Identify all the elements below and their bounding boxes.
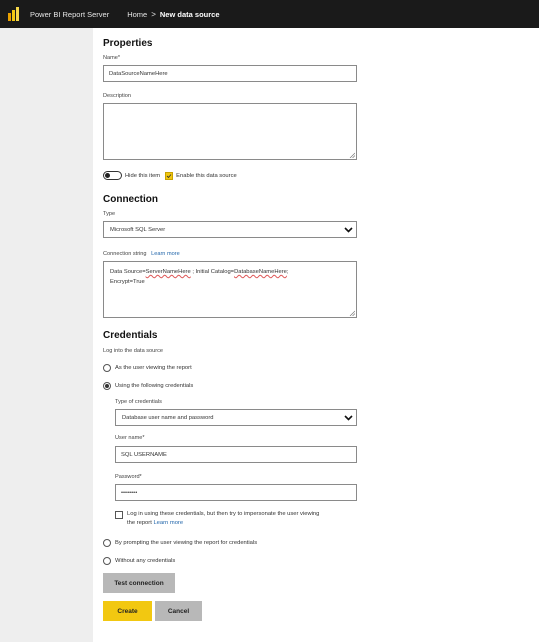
username-label: User name*	[115, 435, 145, 441]
using-following-label: Using the following credentials	[115, 383, 194, 389]
power-bi-logo-icon[interactable]	[0, 0, 28, 28]
connection-string-line-2: Encrypt=True	[110, 279, 145, 285]
name-label: Name*	[103, 55, 121, 61]
using-following-option[interactable]: Using the following credentials	[103, 382, 193, 390]
impersonate-text: Log in using these credentials, but then…	[127, 510, 319, 528]
connection-string-label-row: Connection string Learn more	[103, 251, 180, 257]
description-label: Description	[103, 93, 131, 99]
connection-type-select[interactable]: Microsoft SQL Server	[103, 221, 357, 238]
credential-type-value: Database user name and password	[122, 414, 214, 421]
password-value: ••••••••	[121, 489, 138, 496]
hide-item-row: Hide this item Enable this data source	[103, 171, 237, 180]
connection-string-textarea[interactable]: Data Source=ServerNameHere ; Initial Cat…	[103, 261, 357, 318]
test-connection-button[interactable]: Test connection	[103, 573, 175, 593]
name-input[interactable]: DataSourceNameHere	[103, 65, 357, 82]
connection-type-value: Microsoft SQL Server	[110, 226, 166, 233]
password-label: Password*	[115, 474, 142, 480]
password-input[interactable]: ••••••••	[115, 484, 357, 501]
connection-string-database: DatabaseNameHere	[234, 269, 287, 275]
breadcrumb-separator-icon: >	[151, 9, 156, 19]
checkmark-icon	[166, 173, 172, 178]
type-label: Type	[103, 211, 116, 217]
prompting-option[interactable]: By prompting the user viewing the report…	[103, 539, 257, 547]
description-textarea[interactable]	[103, 103, 357, 160]
chevron-down-icon	[340, 410, 356, 425]
hide-item-toggle[interactable]	[103, 171, 122, 180]
enable-data-source-label: Enable this data source	[176, 172, 237, 179]
chevron-down-icon	[340, 222, 356, 237]
connection-learn-more-link[interactable]: Learn more	[151, 251, 180, 257]
connection-string-part: ; Initial Catalog=	[190, 269, 235, 275]
as-user-radio[interactable]	[103, 364, 111, 372]
breadcrumb-home-link[interactable]: Home	[127, 10, 147, 19]
credential-type-select[interactable]: Database user name and password	[115, 409, 357, 426]
impersonate-checkbox[interactable]	[115, 511, 123, 519]
impersonate-label-line-2-row: the report Learn more	[127, 519, 319, 528]
credential-type-label: Type of credentials	[115, 399, 162, 405]
impersonate-label-line-2: the report	[127, 520, 152, 526]
prompting-radio[interactable]	[103, 539, 111, 547]
top-bar: Power BI Report Server Home > New data s…	[0, 0, 539, 28]
resize-grip-icon[interactable]	[349, 310, 355, 316]
without-credentials-option[interactable]: Without any credentials	[103, 557, 175, 565]
credentials-heading: Credentials	[103, 330, 158, 341]
without-credentials-radio[interactable]	[103, 557, 111, 565]
as-user-option[interactable]: As the user viewing the report	[103, 364, 192, 372]
cancel-button[interactable]: Cancel	[155, 601, 202, 621]
properties-heading: Properties	[103, 38, 153, 49]
breadcrumb-current: New data source	[159, 9, 220, 19]
name-input-value: DataSourceNameHere	[109, 70, 168, 77]
toggle-knob-icon	[105, 173, 110, 178]
hide-item-label: Hide this item	[125, 172, 161, 179]
connection-string-line-1: Data Source=ServerNameHere ; Initial Cat…	[110, 267, 350, 277]
using-following-radio[interactable]	[103, 382, 111, 390]
username-value: SQL USERNAME	[121, 451, 167, 458]
resize-grip-icon[interactable]	[349, 152, 355, 158]
radio-selected-dot-icon	[105, 384, 109, 388]
without-credentials-label: Without any credentials	[115, 558, 176, 564]
connection-string-label: Connection string	[103, 251, 147, 257]
impersonate-learn-more-link[interactable]: Learn more	[153, 520, 183, 526]
enable-data-source-checkbox[interactable]	[165, 171, 174, 180]
username-input[interactable]: SQL USERNAME	[115, 446, 357, 463]
impersonate-row: Log in using these credentials, but then…	[115, 510, 319, 528]
connection-string-part: Data Source=	[110, 269, 146, 275]
create-button[interactable]: Create	[103, 601, 152, 621]
log-into-label: Log into the data source	[103, 348, 164, 354]
impersonate-label-line-1: Log in using these credentials, but then…	[127, 511, 320, 517]
side-panel	[0, 28, 93, 642]
as-user-label: As the user viewing the report	[115, 365, 192, 371]
main-content: Properties Name* DataSourceNameHere Desc…	[93, 28, 539, 642]
connection-string-part: ;	[286, 269, 289, 275]
app-title: Power BI Report Server	[30, 9, 110, 19]
prompting-label: By prompting the user viewing the report…	[115, 540, 258, 546]
connection-string-server: ServerNameHere	[145, 269, 191, 275]
connection-heading: Connection	[103, 194, 158, 205]
